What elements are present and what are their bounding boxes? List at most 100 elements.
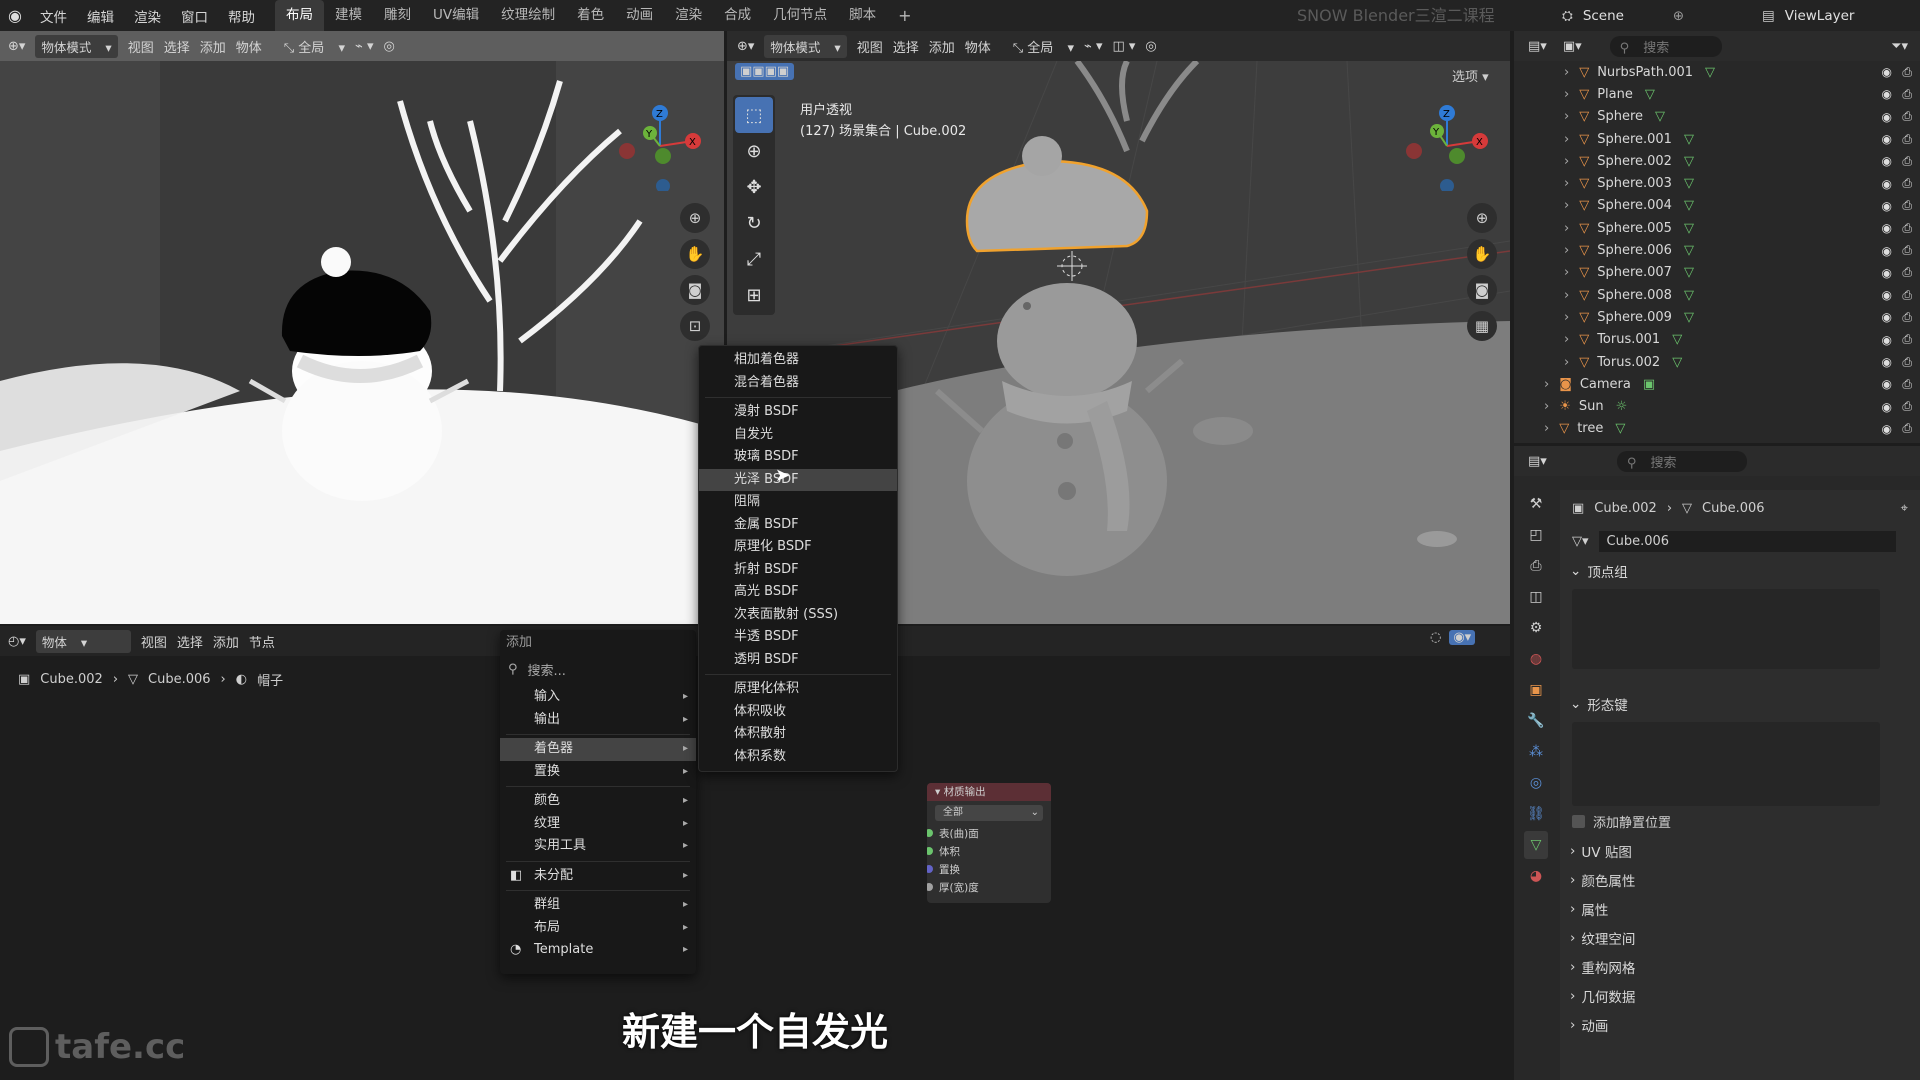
menu-item-unassigned[interactable]: ◧ 未分配 ▸ (500, 865, 696, 888)
editor-type-icon[interactable]: ◴▾ (8, 634, 26, 649)
menu-select[interactable]: 选择 (177, 632, 203, 651)
constraint-tab-icon[interactable]: ⛓ (1524, 800, 1548, 828)
editor-type-icon[interactable]: ▤▾ (1528, 454, 1547, 469)
menu-view[interactable]: 视图 (857, 37, 883, 56)
outliner-row[interactable]: › ▽ Plane ▽ ◉ ⎙ (1514, 83, 1920, 105)
shader-diffuse[interactable]: 漫射 BSDF (699, 401, 897, 424)
navigation-gizmo[interactable]: Z X Y (615, 101, 705, 191)
menu-object[interactable]: 物体 (965, 37, 991, 56)
editor-type-icon[interactable]: ⊕▾ (8, 39, 25, 54)
mesh-data-icon[interactable]: ▽ (1684, 198, 1694, 213)
snap-icon[interactable]: ◌ (1430, 630, 1441, 645)
menu-item-template[interactable]: ◔ Template ▸ (500, 939, 696, 962)
shader-specular[interactable]: 高光 BSDF (699, 581, 897, 604)
render-camera-icon[interactable]: ⎙ (1902, 243, 1912, 258)
render-camera-icon[interactable]: ⎙ (1902, 176, 1912, 191)
mesh-name-field[interactable]: Cube.006 (1598, 530, 1896, 552)
section-remesh[interactable]: › 重构网格 (1560, 952, 1920, 981)
expand-chevron-icon[interactable]: › (1564, 65, 1569, 80)
editor-type-icon[interactable]: ⊕▾ (737, 39, 754, 54)
expand-chevron-icon[interactable]: › (1564, 332, 1569, 347)
light-data-icon[interactable]: ☼ (1616, 399, 1628, 414)
render-camera-icon[interactable]: ⎙ (1902, 399, 1912, 414)
render-camera-icon[interactable]: ⎙ (1902, 332, 1912, 347)
navigation-gizmo[interactable]: Z X Y (1402, 101, 1492, 191)
visibility-eye-icon[interactable]: ◉ (1882, 400, 1892, 414)
shader-translucent[interactable]: 半透 BSDF (699, 626, 897, 649)
outliner-row[interactable]: › ▽ Sphere.005 ▽ ◉ ⎙ (1514, 217, 1920, 239)
data-tab-icon[interactable]: ▽ (1524, 831, 1548, 859)
expand-chevron-icon[interactable]: › (1564, 154, 1569, 169)
overlay-icon[interactable]: ◉▾ (1449, 630, 1476, 645)
menu-add[interactable]: 添加 (200, 37, 226, 56)
menu-item-utilities[interactable]: 实用工具 ▸ (500, 835, 696, 858)
mesh-data-icon[interactable]: ▽ (1684, 310, 1694, 325)
mesh-data-icon[interactable]: ▽ (1645, 87, 1655, 102)
add-workspace-icon[interactable]: + (887, 0, 922, 31)
lock-icon[interactable]: ⊡ (680, 311, 710, 341)
mesh-data-icon[interactable]: ▽ (1684, 288, 1694, 303)
proportional-edit-icon[interactable]: ◎ (1145, 39, 1156, 54)
socket-thickness[interactable]: 厚(宽)度 (927, 879, 1051, 897)
visibility-eye-icon[interactable]: ◉ (1882, 377, 1892, 391)
visibility-eye-icon[interactable]: ◉ (1882, 288, 1892, 302)
zoom-icon[interactable]: ⊕ (680, 203, 710, 233)
outliner-row[interactable]: › ▽ Torus.001 ▽ ◉ ⎙ (1514, 329, 1920, 351)
mesh-data-icon[interactable]: ▽ (1684, 132, 1694, 147)
tab-scripting[interactable]: 脚本 (838, 0, 887, 31)
tab-texture-paint[interactable]: 纹理绘制 (490, 0, 566, 31)
material-tab-icon[interactable]: ◕ (1524, 862, 1548, 890)
select-box-tool-icon[interactable]: ⬚ (735, 97, 773, 133)
tab-rendering[interactable]: 渲染 (664, 0, 713, 31)
visibility-eye-icon[interactable]: ◉ (1882, 333, 1892, 347)
mesh-datablock[interactable]: ▽▾ Cube.006 (1560, 526, 1920, 556)
menu-item-layout[interactable]: 布局 ▸ (500, 917, 696, 940)
visibility-eye-icon[interactable]: ◉ (1882, 65, 1892, 79)
viewlayer-selector[interactable]: ▤ ViewLayer (1762, 0, 1854, 31)
visibility-eye-icon[interactable]: ◉ (1882, 154, 1892, 168)
expand-chevron-icon[interactable]: › (1544, 421, 1549, 436)
menu-item-texture[interactable]: 纹理 ▸ (500, 813, 696, 836)
expand-chevron-icon[interactable]: › (1564, 265, 1569, 280)
particles-tab-icon[interactable]: ⁂ (1524, 738, 1548, 766)
expand-chevron-icon[interactable]: › (1564, 176, 1569, 191)
mesh-data-icon[interactable]: ▽ (1655, 109, 1665, 124)
menu-edit[interactable]: 编辑 (77, 6, 124, 26)
expand-chevron-icon[interactable]: › (1564, 132, 1569, 147)
options-dropdown[interactable]: 选项 ▾ (1452, 66, 1489, 85)
zoom-icon[interactable]: ⊕ (1467, 203, 1497, 233)
camera-icon[interactable]: ◙ (1467, 275, 1497, 305)
visibility-eye-icon[interactable]: ◉ (1882, 355, 1892, 369)
select-new-icon[interactable]: ▣▣▣▣ (735, 63, 795, 80)
shader-sss[interactable]: 次表面散射 (SSS) (699, 604, 897, 627)
menu-item-displacement[interactable]: 置换 ▸ (500, 761, 696, 784)
socket-surface[interactable]: 表(曲)面 (927, 825, 1051, 843)
filter-icon[interactable]: ⏷▾ (1891, 39, 1908, 54)
render-camera-icon[interactable]: ⎙ (1902, 198, 1912, 213)
render-camera-icon[interactable]: ⎙ (1902, 132, 1912, 147)
grid-icon[interactable]: ▦ (1467, 311, 1497, 341)
pin-icon[interactable]: ⌖ (1901, 501, 1908, 516)
section-color-attributes[interactable]: › 颜色属性 (1560, 865, 1920, 894)
mesh-data-icon[interactable]: ▽ (1672, 355, 1682, 370)
outliner-row[interactable]: › ▽ Sphere.009 ▽ ◉ ⎙ (1514, 306, 1920, 328)
camera-icon[interactable]: ◙ (680, 275, 710, 305)
outliner-row[interactable]: › ▽ Sphere.006 ▽ ◉ ⎙ (1514, 239, 1920, 261)
shader-transparent[interactable]: 透明 BSDF (699, 649, 897, 672)
visibility-eye-icon[interactable]: ◉ (1882, 422, 1892, 436)
section-uv-maps[interactable]: › UV 贴图 (1560, 836, 1920, 865)
render-camera-icon[interactable]: ⎙ (1902, 109, 1912, 124)
render-camera-icon[interactable]: ⎙ (1902, 377, 1912, 392)
shader-holdout[interactable]: 阻隔 (699, 491, 897, 514)
menu-select[interactable]: 选择 (893, 37, 919, 56)
expand-chevron-icon[interactable]: › (1544, 377, 1549, 392)
display-mode-icon[interactable]: ▣▾ (1563, 39, 1582, 54)
pin-icon[interactable]: ⊕ (1673, 8, 1684, 24)
menu-item-color[interactable]: 颜色 ▸ (500, 790, 696, 813)
shader-volume-scatter[interactable]: 体积散射 (699, 723, 897, 746)
visibility-eye-icon[interactable]: ◉ (1882, 221, 1892, 235)
shader-add[interactable]: 相加着色器 (699, 349, 897, 372)
socket-volume[interactable]: 体积 (927, 843, 1051, 861)
section-vertex-groups[interactable]: ⌄ 顶点组 (1560, 556, 1920, 585)
visibility-eye-icon[interactable]: ◉ (1882, 266, 1892, 280)
